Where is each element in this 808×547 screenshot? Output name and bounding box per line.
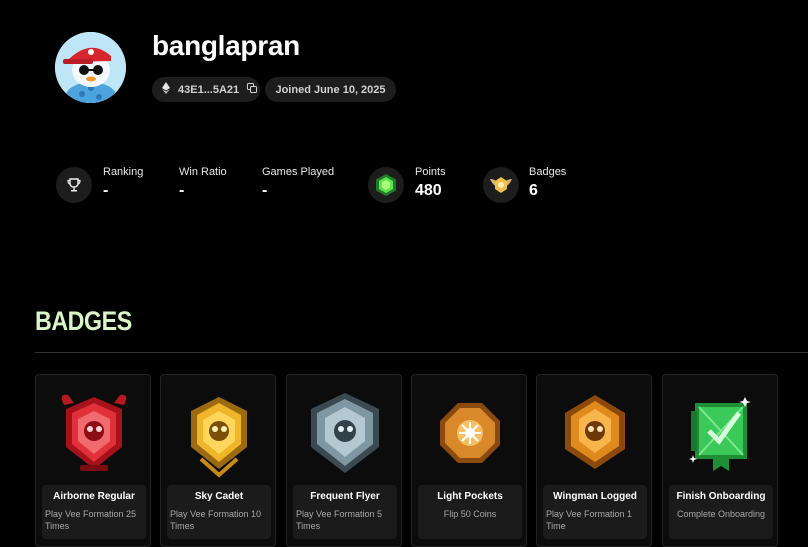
joined-date-pill: Joined June 10, 2025 [265, 77, 396, 102]
stat-badges: Badges 6 [529, 166, 566, 200]
badge-card[interactable]: Frequent Flyer Play Vee Formation 5 Time… [286, 374, 402, 547]
badge-info: Wingman Logged Play Vee Formation 1 Time [543, 485, 647, 539]
badge-info: Sky Cadet Play Vee Formation 10 Times [167, 485, 271, 539]
badge-description: Play Vee Formation 1 Time [546, 509, 633, 531]
stat-win-ratio: Win Ratio - [179, 166, 227, 200]
stat-value: - [262, 182, 268, 199]
gem-icon [368, 167, 404, 203]
badge-title: Sky Cadet [194, 491, 244, 502]
stat-value: 480 [415, 182, 442, 199]
stat-value: - [103, 182, 109, 199]
badge-card[interactable]: Sky Cadet Play Vee Formation 10 Times [160, 374, 276, 547]
badge-title: Frequent Flyer [310, 491, 380, 502]
sky-cadet-badge-icon [177, 389, 261, 479]
wallet-address-pill[interactable]: 43E1...5A21 [152, 77, 260, 102]
badge-description: Play Vee Formation 25 Times [45, 509, 137, 531]
badge-description: Play Vee Formation 10 Times [170, 509, 262, 531]
frequent-flyer-badge-icon [303, 389, 387, 479]
stat-ranking: Ranking - [103, 166, 143, 200]
wingman-logged-badge-icon [553, 389, 637, 479]
stat-value: 6 [529, 182, 538, 199]
wallet-address: 43E1...5A21 [178, 83, 240, 96]
joined-date: Joined June 10, 2025 [275, 83, 386, 96]
badge-wings-icon [483, 167, 519, 203]
badge-card[interactable]: Finish Onboarding Complete Onboarding [662, 374, 778, 547]
badge-description: Complete Onboarding [676, 509, 766, 519]
badge-title: Finish Onboarding [676, 491, 766, 502]
badge-title: Light Pockets [437, 491, 503, 502]
badge-info: Finish Onboarding Complete Onboarding [669, 485, 773, 539]
badge-card[interactable]: Wingman Logged Play Vee Formation 1 Time [536, 374, 652, 547]
badge-description: Flip 50 Coins [443, 509, 497, 519]
copy-icon[interactable] [247, 83, 258, 96]
stat-label: Ranking [103, 166, 144, 178]
badge-title: Airborne Regular [53, 491, 135, 502]
section-title-badges: BADGES [35, 306, 132, 336]
light-pockets-badge-icon [428, 389, 512, 479]
stat-points: Points 480 [415, 166, 446, 200]
stat-label: Win Ratio [179, 166, 227, 178]
stat-games-played: Games Played - [262, 166, 334, 200]
badge-info: Light Pockets Flip 50 Coins [418, 485, 522, 539]
badge-card[interactable]: Airborne Regular Play Vee Formation 25 T… [35, 374, 151, 547]
stat-label: Badges [529, 166, 567, 178]
avatar [55, 32, 126, 103]
stat-value: - [179, 182, 185, 199]
ethereum-icon [162, 82, 170, 97]
badge-description: Play Vee Formation 5 Times [296, 509, 383, 531]
badge-title: Wingman Logged [553, 491, 637, 502]
finish-onboarding-badge-icon [679, 389, 763, 479]
section-divider [35, 352, 808, 353]
badge-info: Frequent Flyer Play Vee Formation 5 Time… [293, 485, 397, 539]
badge-card[interactable]: Light Pockets Flip 50 Coins [411, 374, 527, 547]
username: banglapran [152, 30, 300, 61]
airborne-regular-badge-icon [52, 389, 136, 479]
stat-label: Games Played [262, 166, 335, 178]
trophy-icon [56, 167, 92, 203]
badge-info: Airborne Regular Play Vee Formation 25 T… [42, 485, 146, 539]
stat-label: Points [415, 166, 446, 178]
